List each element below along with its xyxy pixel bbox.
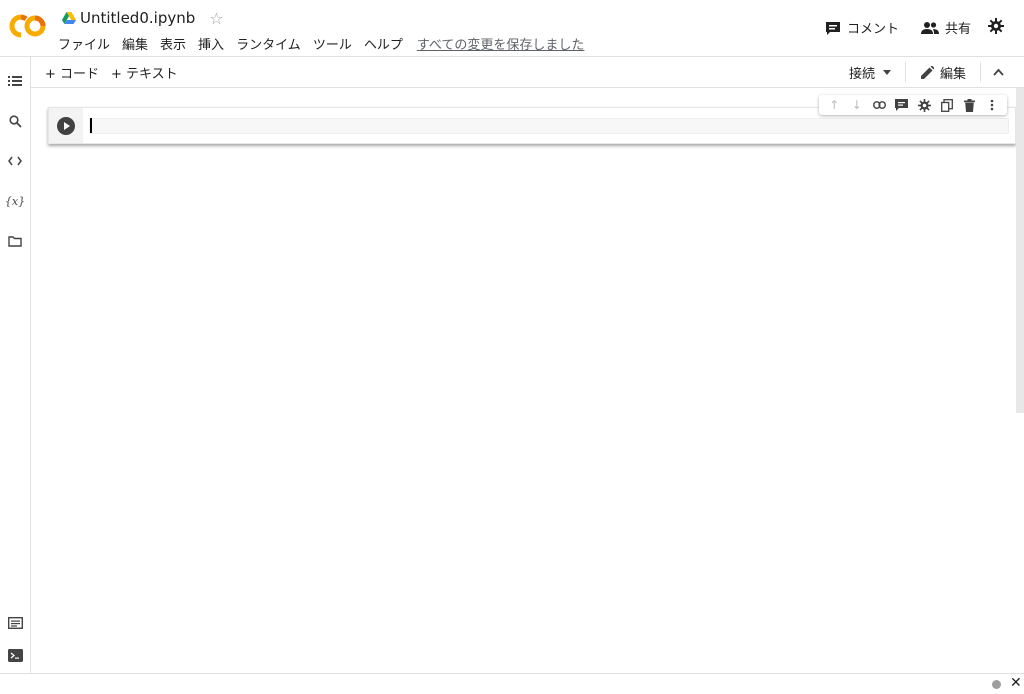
mirror-cell-icon[interactable] — [939, 97, 955, 113]
pencil-icon — [921, 66, 934, 79]
comment-icon[interactable] — [894, 97, 910, 113]
save-status-link[interactable]: すべての変更を保存しました — [417, 34, 585, 53]
edit-label: 編集 — [940, 67, 967, 82]
delete-icon[interactable] — [961, 97, 977, 113]
menu-file[interactable]: ファイル — [58, 34, 110, 53]
move-down-icon[interactable]: ↓ — [849, 97, 865, 113]
header-bar: Untitled0.ipynb ☆ ファイル 編集 表示 挿入 ランタイム ツー… — [0, 0, 1024, 57]
toolbar-divider — [905, 62, 906, 82]
more-options-icon[interactable] — [984, 97, 1000, 113]
cell-gutter — [49, 108, 83, 143]
close-icon[interactable]: ✕ — [1010, 675, 1022, 691]
cell-editor[interactable] — [89, 118, 1009, 134]
colab-logo[interactable] — [8, 12, 48, 40]
share-button[interactable]: 共有 — [921, 18, 971, 37]
connect-button[interactable]: 接続 — [849, 63, 892, 82]
menu-insert[interactable]: 挿入 — [198, 34, 224, 53]
comment-button[interactable]: コメント — [825, 18, 899, 37]
comment-icon — [826, 21, 840, 35]
toolbar-divider — [980, 62, 981, 82]
status-indicator-icon — [992, 680, 1001, 689]
notebook-toolbar: + コード + テキスト 接続 編集 — [31, 57, 1024, 88]
add-text-button[interactable]: + テキスト — [111, 63, 178, 82]
left-sidebar-rail: {x} — [0, 57, 31, 673]
terminal-icon[interactable] — [7, 647, 23, 663]
move-up-icon[interactable]: ↑ — [826, 97, 842, 113]
comment-label: コメント — [847, 22, 900, 37]
menu-edit[interactable]: 編集 — [122, 34, 148, 53]
notebook-scrollbar[interactable] — [1016, 88, 1024, 413]
run-cell-button[interactable] — [57, 117, 75, 135]
menu-tools[interactable]: ツール — [313, 34, 352, 53]
google-drive-icon — [62, 12, 76, 24]
connect-label: 接続 — [849, 67, 876, 82]
notebook-title[interactable]: Untitled0.ipynb — [80, 9, 195, 27]
cell-toolbar: ↑ ↓ — [819, 95, 1007, 115]
dropdown-arrow-icon — [883, 70, 892, 75]
toc-icon[interactable] — [7, 73, 23, 89]
add-code-button[interactable]: + コード — [45, 63, 99, 82]
edit-button[interactable]: 編集 — [921, 63, 966, 82]
menu-view[interactable]: 表示 — [160, 34, 186, 53]
gear-icon[interactable] — [916, 97, 932, 113]
collapse-header-button[interactable] — [993, 65, 1004, 80]
title-row: Untitled0.ipynb ☆ — [62, 8, 224, 28]
menu-runtime[interactable]: ランタイム — [236, 34, 301, 53]
share-label: 共有 — [945, 22, 972, 37]
link-icon[interactable] — [871, 97, 887, 113]
menu-bar: ファイル 編集 表示 挿入 ランタイム ツール ヘルプ すべての変更を保存しまし… — [58, 34, 596, 53]
code-snippets-icon[interactable] — [7, 153, 23, 169]
settings-button[interactable] — [988, 18, 1004, 34]
command-palette-icon[interactable] — [7, 615, 23, 631]
status-footer: ✕ — [0, 673, 1024, 694]
search-icon[interactable] — [7, 113, 23, 129]
star-icon[interactable]: ☆ — [209, 9, 223, 28]
chevron-up-icon — [993, 68, 1004, 76]
gear-icon — [988, 18, 1004, 34]
people-icon — [921, 21, 939, 34]
files-icon[interactable] — [7, 233, 23, 249]
menu-help[interactable]: ヘルプ — [364, 34, 403, 53]
variables-icon[interactable]: {x} — [5, 193, 25, 209]
text-cursor — [90, 118, 92, 133]
